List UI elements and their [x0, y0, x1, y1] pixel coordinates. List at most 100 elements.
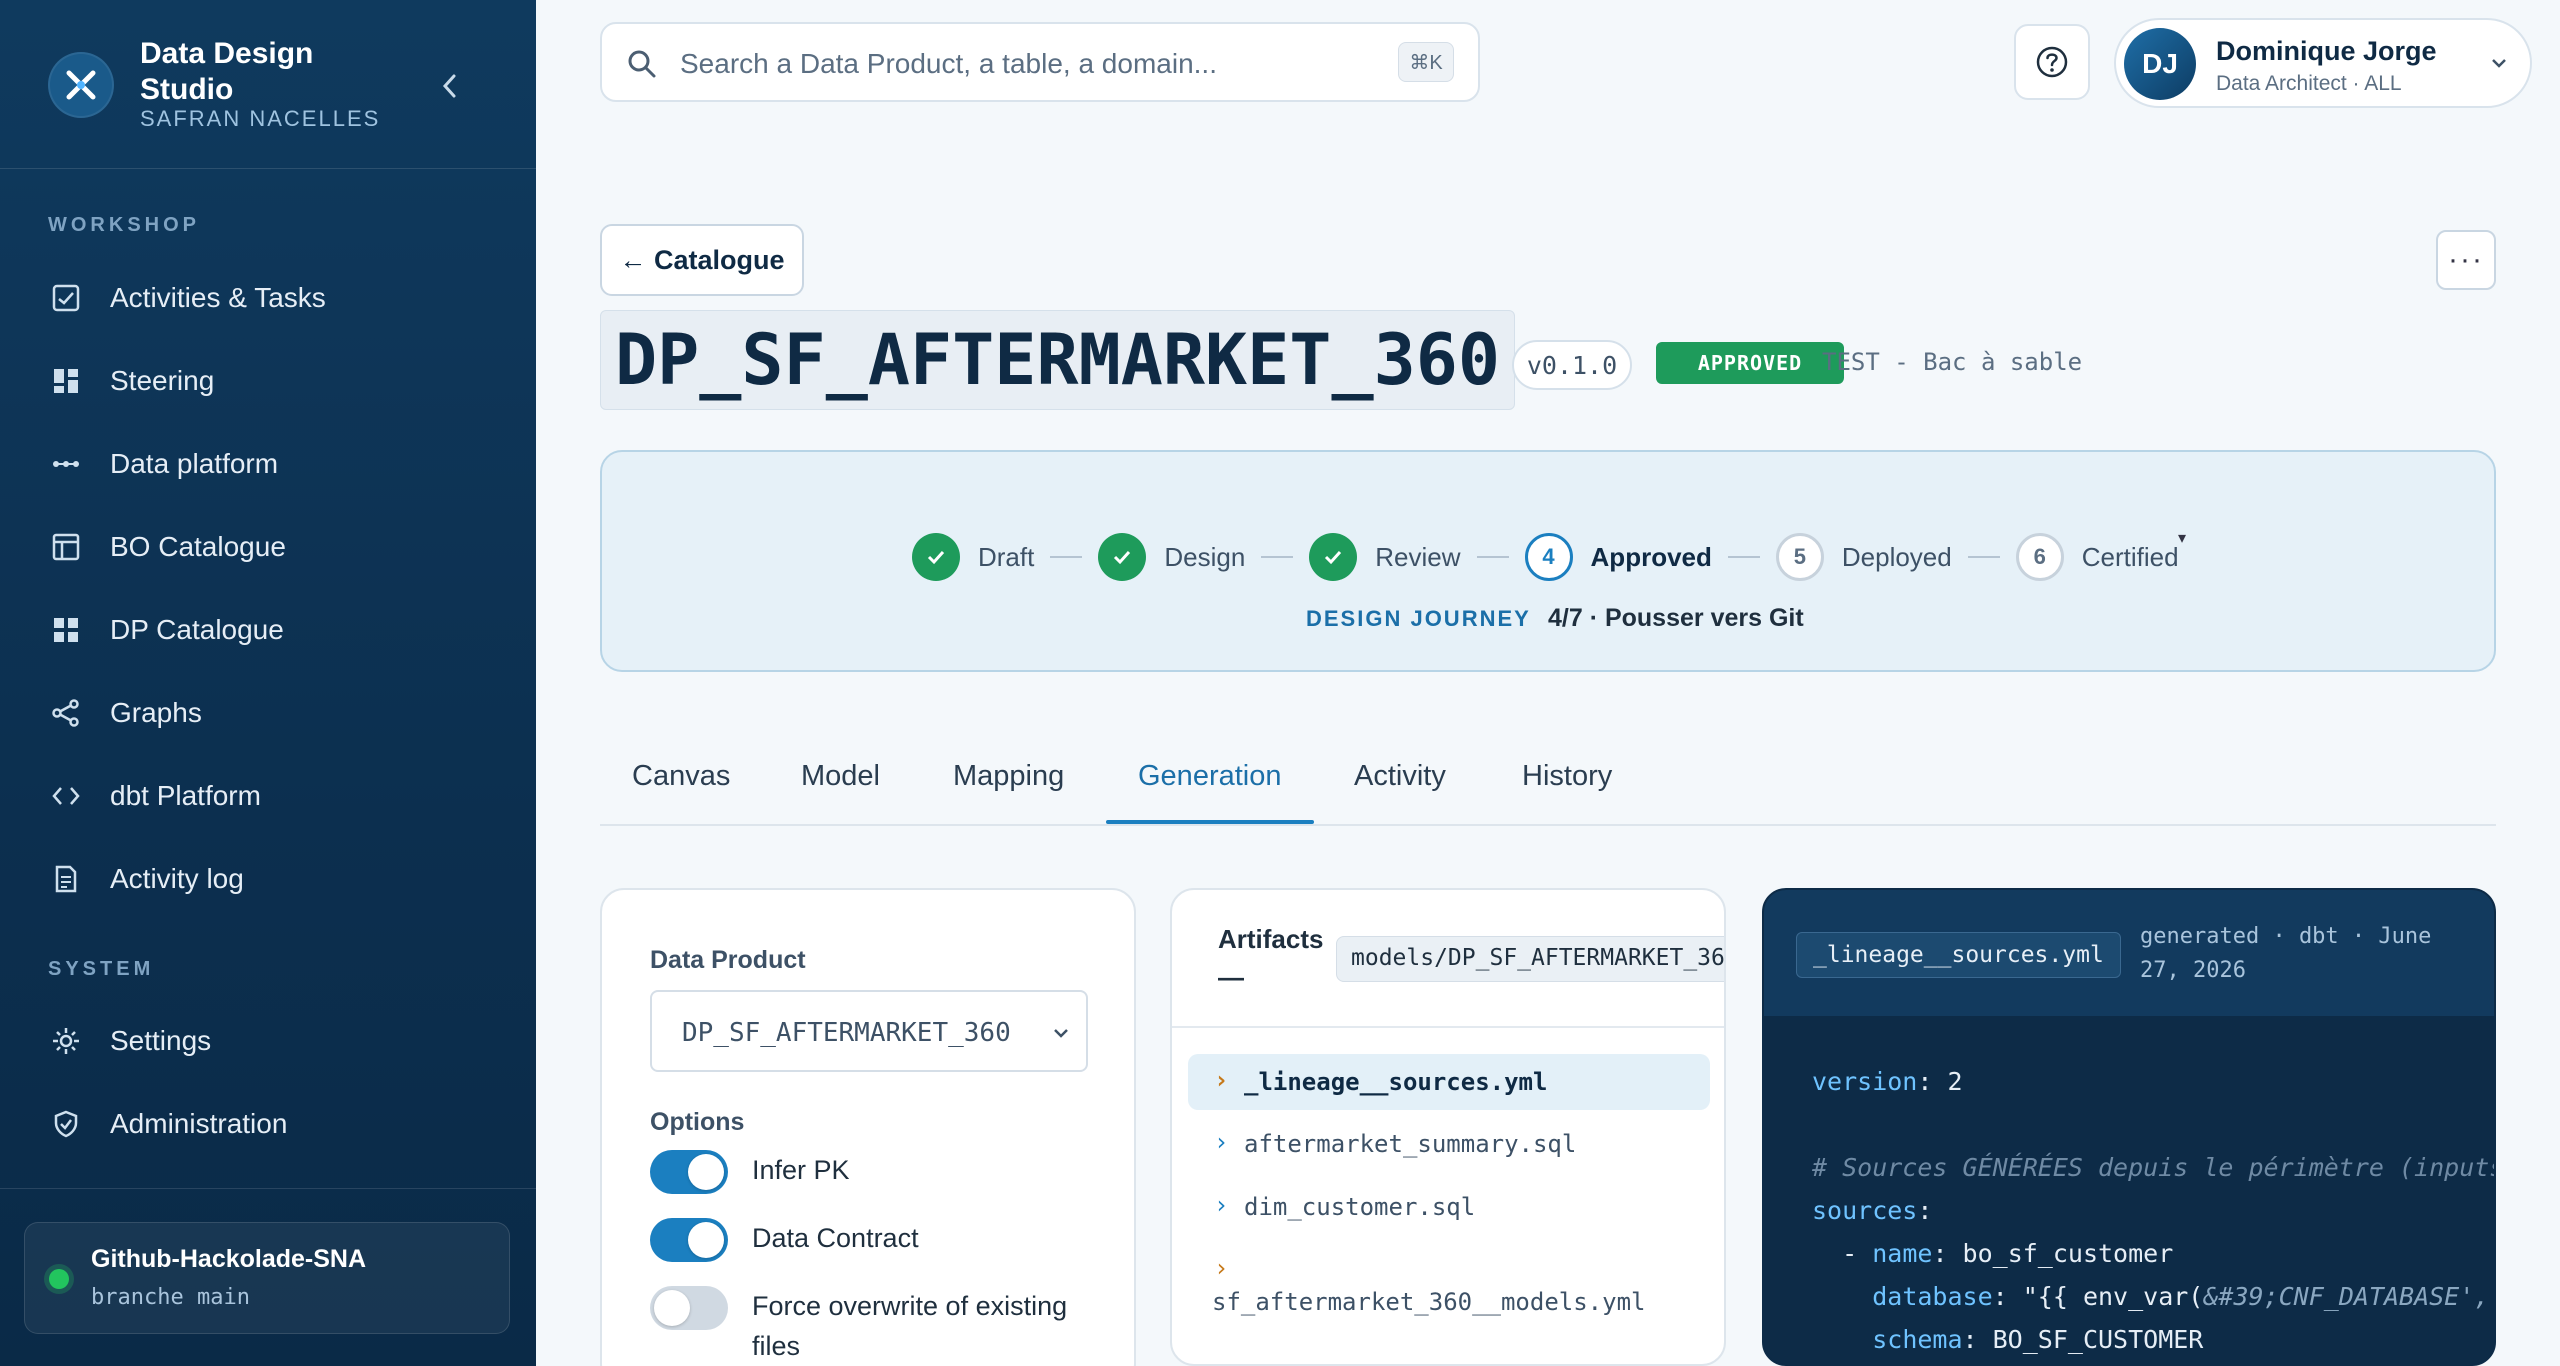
step-design[interactable]: Design: [1098, 533, 1245, 581]
check-icon: [912, 533, 960, 581]
checklist-icon: [48, 280, 84, 316]
dashboard-icon: [48, 363, 84, 399]
active-tab-indicator: [1106, 820, 1314, 824]
search-input[interactable]: Search a Data Product, a table, a domain…: [600, 22, 1480, 102]
file-item-aftermarket-summary[interactable]: › aftermarket_summary.sql: [1188, 1116, 1710, 1172]
step-label: Deployed: [1841, 541, 1952, 572]
tab-model[interactable]: Model: [801, 760, 880, 793]
collapse-sidebar-button[interactable]: [430, 66, 470, 106]
code-token: : BO_SF_CUSTOMER: [1962, 1325, 2204, 1354]
step-draft[interactable]: Draft: [912, 533, 1034, 581]
brand[interactable]: Data Design Studio SAFRAN NACELLES: [48, 36, 488, 136]
chevron-right-icon: ›: [1214, 1191, 1229, 1219]
tab-generation[interactable]: Generation: [1138, 760, 1282, 793]
app-logo-icon: [48, 52, 114, 118]
gear-icon: [48, 1023, 84, 1059]
step-review[interactable]: Review: [1309, 533, 1461, 581]
code-token: version: [1812, 1067, 1918, 1096]
search-placeholder: Search a Data Product, a table, a domain…: [680, 48, 1217, 79]
code-token: : 2: [1917, 1067, 1963, 1096]
artifacts-panel: Artifacts — models/DP_SF_AFTERMARKET_360…: [1170, 888, 1726, 1366]
sidebar-item-label: Data platform: [110, 448, 279, 479]
sidebar-item-label: dbt Platform: [110, 780, 261, 811]
code-token: &#39;CNF_DATABASE',: [2203, 1282, 2490, 1311]
sidebar-item-dbt-platform[interactable]: dbt Platform: [48, 768, 488, 824]
option-data-contract: Data Contract: [650, 1218, 1092, 1262]
sidebar-item-graphs[interactable]: Graphs: [48, 685, 488, 741]
sidebar-item-data-platform[interactable]: Data platform: [48, 436, 488, 492]
help-button[interactable]: [2014, 24, 2090, 100]
tab-mapping[interactable]: Mapping: [953, 760, 1064, 793]
force-overwrite-toggle[interactable]: [650, 1286, 728, 1330]
tab-activity[interactable]: Activity: [1354, 760, 1446, 793]
more-actions-button[interactable]: ···: [2436, 230, 2496, 290]
step-connector: [1727, 556, 1760, 558]
option-force-overwrite: Force overwrite of existing files: [650, 1286, 1092, 1366]
sidebar-item-activity-log[interactable]: Activity log: [48, 851, 488, 907]
code-comment: # Sources GÉNÉRÉES depuis le périmètre (…: [1812, 1153, 2496, 1182]
document-icon: [48, 861, 84, 897]
sidebar-item-bo-catalogue[interactable]: BO Catalogue: [48, 519, 488, 575]
pipeline-icon: [48, 446, 84, 482]
code-token: -: [1812, 1239, 1873, 1268]
check-icon: [1098, 533, 1147, 581]
step-approved[interactable]: 4 Approved: [1524, 533, 1712, 581]
sidebar-item-label: BO Catalogue: [110, 531, 286, 562]
current-file-chip: _lineage__sources.yml: [1796, 932, 2121, 978]
file-item-lineage-sources[interactable]: › _lineage__sources.yml: [1188, 1054, 1710, 1110]
environment-label: TEST - Bac à sable: [1822, 348, 2083, 376]
sidebar-item-label: Settings: [110, 1025, 212, 1056]
generation-options-panel: Data Product DP_SF_AFTERMARKET_360 Optio…: [600, 888, 1136, 1366]
data-product-label: Data Product: [650, 946, 806, 974]
back-to-catalogue-button[interactable]: ← Catalogue: [600, 224, 804, 296]
sidebar-item-steering[interactable]: Steering: [48, 353, 488, 409]
connected-status-icon: [49, 1269, 69, 1289]
sidebar-item-label: Activities & Tasks: [110, 282, 326, 313]
file-item-models-yml[interactable]: › sf_aftermarket_360__models.yml: [1188, 1242, 1710, 1326]
option-label: Infer PK: [752, 1155, 850, 1185]
data-contract-toggle[interactable]: [650, 1218, 728, 1262]
repo-status-card[interactable]: Github-Hackolade-SNA branche main: [24, 1222, 510, 1334]
divider: [0, 168, 536, 169]
file-name: _lineage__sources.yml: [1244, 1068, 1548, 1096]
infer-pk-toggle[interactable]: [650, 1150, 728, 1194]
chevron-right-icon: ›: [1214, 1066, 1229, 1094]
sidebar-item-dp-catalogue[interactable]: DP Catalogue: [48, 602, 488, 658]
tab-history[interactable]: History: [1522, 760, 1612, 793]
step-label: Design: [1164, 541, 1246, 572]
step-label: Review: [1375, 541, 1461, 572]
status-badge: APPROVED: [1656, 342, 1844, 384]
step-label: Draft: [978, 541, 1035, 572]
user-role: Data Architect · ALL: [2216, 72, 2402, 95]
code-token: name: [1872, 1239, 1933, 1268]
file-name: sf_aftermarket_360__models.yml: [1212, 1288, 1646, 1316]
step-certified[interactable]: 6 Certified: [2015, 533, 2179, 581]
sidebar-item-activities[interactable]: Activities & Tasks: [48, 270, 488, 326]
user-menu[interactable]: DJ Dominique Jorge Data Architect · ALL: [2114, 18, 2532, 108]
sidebar-item-administration[interactable]: Administration: [48, 1096, 488, 1152]
section-label-system: SYSTEM: [48, 958, 155, 980]
data-product-select[interactable]: DP_SF_AFTERMARKET_360: [650, 990, 1088, 1072]
sidebar: Data Design Studio SAFRAN NACELLES WORKS…: [0, 0, 536, 1366]
sidebar-item-settings[interactable]: Settings: [48, 1013, 488, 1069]
step-deployed[interactable]: 5 Deployed: [1775, 533, 1952, 581]
share-graph-icon: [48, 695, 84, 731]
search-icon: [626, 48, 658, 85]
file-item-dim-customer[interactable]: › dim_customer.sql: [1188, 1179, 1710, 1235]
help-icon: [2036, 46, 2068, 78]
user-name: Dominique Jorge: [2216, 36, 2437, 66]
sidebar-item-label: Steering: [110, 365, 215, 396]
step-label: Approved: [1590, 541, 1712, 572]
artifacts-path: models/DP_SF_AFTERMARKET_360: [1336, 936, 1724, 982]
tab-canvas[interactable]: Canvas: [632, 760, 730, 793]
divider: [1172, 1026, 1724, 1028]
check-icon: [1309, 533, 1358, 581]
code-content[interactable]: version: 2 # Sources GÉNÉRÉES depuis le …: [1812, 1060, 2496, 1361]
tab-bar: Canvas Model Mapping Generation Activity…: [600, 750, 2496, 826]
stepper: Draft Design Review 4 Approved 5 Deploye…: [912, 532, 2179, 582]
generation-meta: generated · dbt · June 27, 2026: [2140, 924, 2432, 983]
branch-name: branche main: [91, 1285, 250, 1310]
step-number: 5: [1775, 533, 1824, 581]
